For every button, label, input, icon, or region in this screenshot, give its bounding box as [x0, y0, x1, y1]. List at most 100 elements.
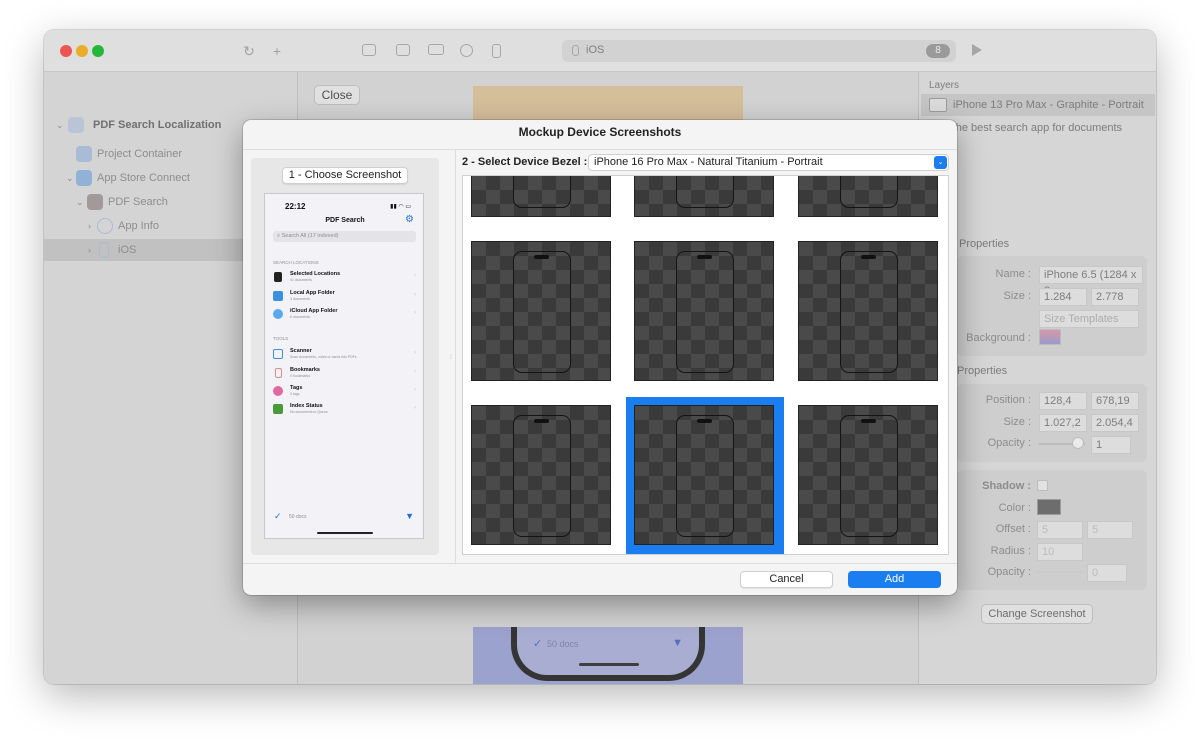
minimize-window-button[interactable]: [76, 45, 88, 57]
add-button[interactable]: Add: [848, 571, 941, 588]
opacity-slider-knob[interactable]: [1072, 437, 1084, 449]
radius-field[interactable]: 10: [1037, 543, 1083, 561]
bezel-option[interactable]: [471, 405, 611, 545]
gear-icon: ⚙: [405, 214, 414, 225]
shadow-label: Shadow :: [982, 480, 1031, 492]
bezel-option[interactable]: [634, 241, 774, 381]
home-indicator: [579, 663, 639, 666]
phone-bezel-outline: [676, 251, 734, 373]
dynamic-island: [534, 255, 549, 259]
image-tool-icon[interactable]: [396, 44, 410, 56]
phone-bezel-outline: [513, 251, 571, 373]
position-label: Position :: [985, 394, 1031, 406]
count-badge: 8: [926, 44, 950, 58]
shadow-opacity-slider[interactable]: [1037, 571, 1083, 573]
zoom-window-button[interactable]: [92, 45, 104, 57]
phone-bezel-outline: [676, 415, 734, 537]
size2-width-field[interactable]: 1.027,2: [1039, 414, 1087, 432]
offset-y-field[interactable]: 5: [1087, 521, 1133, 539]
size2-height-field[interactable]: 2.054,4: [1091, 414, 1139, 432]
chevron-right-icon: ›: [414, 405, 416, 411]
pane-divider[interactable]: [455, 150, 456, 563]
shadow-color-well[interactable]: [1037, 499, 1061, 515]
phone-bezel-outline: [840, 176, 898, 208]
preview-title: PDF Search: [325, 217, 365, 224]
chevron-down-icon: ⌄: [934, 156, 947, 169]
add-icon[interactable]: +: [268, 42, 286, 60]
bezel-option[interactable]: [634, 405, 774, 545]
cancel-button[interactable]: Cancel: [740, 571, 833, 588]
device-tool-icon[interactable]: [492, 44, 501, 58]
divider: [243, 563, 957, 564]
chevron-right-icon: ›: [414, 387, 416, 393]
chevron-right-icon[interactable]: ›: [88, 239, 91, 261]
height-field[interactable]: 2.778: [1091, 288, 1139, 306]
bezel-option[interactable]: [471, 241, 611, 381]
background-label: Background :: [966, 332, 1031, 344]
scheme-selector[interactable]: iOS 8: [562, 40, 956, 62]
change-screenshot-button[interactable]: Change Screenshot: [981, 604, 1093, 624]
size-label: Size :: [1003, 290, 1031, 302]
list-item: Index Status No documents in Queue ›: [273, 402, 418, 418]
list-item: Bookmarks 0 bookmarks ›: [273, 366, 418, 382]
bezel-option[interactable]: [798, 176, 938, 217]
list-item: iCloud App Folder 6 documents ›: [273, 307, 418, 323]
text-tool-icon[interactable]: [362, 44, 376, 56]
section-search-locations: SEARCH LOCATIONS: [273, 260, 319, 265]
offset-label: Offset :: [995, 523, 1031, 535]
size-templates-select[interactable]: Size Templates: [1039, 310, 1139, 328]
status-time: 22:12: [285, 202, 306, 211]
layer-row[interactable]: iPhone 13 Pro Max - Graphite - Portrait: [921, 94, 1155, 116]
scheme-label: iOS: [586, 44, 605, 56]
split-handle-icon[interactable]: ⁞: [450, 355, 452, 361]
dynamic-island: [697, 255, 712, 259]
docs-count: 50 docs: [547, 639, 579, 649]
background-color-well[interactable]: [1039, 329, 1061, 345]
width-field[interactable]: 1.284: [1039, 288, 1087, 306]
scanner-icon: [273, 349, 283, 359]
folder-icon: [76, 146, 92, 162]
screenshot-preview[interactable]: 22:12 ▮▮ ◠ ▭ PDF Search ⚙ ⌕ Search All (…: [264, 193, 424, 539]
shadow-opacity-field[interactable]: 0: [1087, 564, 1127, 582]
bezel-label: 2 - Select Device Bezel :: [462, 156, 588, 168]
dynamic-island: [861, 419, 876, 423]
bezel-option[interactable]: [798, 241, 938, 381]
offset-x-field[interactable]: 5: [1037, 521, 1083, 539]
document-icon: [274, 272, 282, 282]
dynamic-island: [861, 255, 876, 259]
chevron-down-icon[interactable]: ⌄: [66, 167, 74, 189]
checkmark-icon: ✓: [274, 511, 282, 521]
selected-bezel-highlight[interactable]: [626, 397, 784, 554]
rectangle-tool-icon[interactable]: [428, 44, 444, 55]
bezel-option[interactable]: [634, 176, 774, 217]
choose-screenshot-button[interactable]: 1 - Choose Screenshot: [282, 167, 408, 184]
name-field[interactable]: iPhone 6.5 (1284 x 2: [1039, 266, 1143, 297]
position-x-field[interactable]: 128,4: [1039, 392, 1087, 410]
device-mockup[interactable]: ✓ 50 docs ▼: [511, 627, 705, 681]
dynamic-island: [534, 419, 549, 423]
bezel-grid: [462, 175, 949, 555]
opacity-label: Opacity :: [987, 437, 1031, 449]
close-button[interactable]: Close: [314, 85, 360, 105]
bezel-select[interactable]: iPhone 16 Pro Max - Natural Titanium - P…: [588, 154, 949, 171]
chevron-right-icon: ›: [414, 292, 416, 298]
bezel-option[interactable]: [798, 405, 938, 545]
opacity-field[interactable]: 1: [1091, 436, 1131, 454]
chevron-down-icon[interactable]: ⌄: [76, 191, 84, 213]
shadow-checkbox[interactable]: [1037, 480, 1048, 491]
app-icon: [87, 194, 103, 210]
layers-header: Layers: [929, 80, 960, 91]
phone-bezel-outline: [513, 415, 571, 537]
bezel-option[interactable]: [471, 176, 611, 217]
search-icon: ⌕: [277, 233, 281, 239]
divider: [243, 149, 957, 150]
phone-bezel-outline: [676, 176, 734, 208]
close-window-button[interactable]: [60, 45, 72, 57]
checkmark-icon: ✓: [533, 638, 543, 650]
circle-tool-icon[interactable]: [460, 44, 473, 57]
chevron-right-icon[interactable]: ›: [88, 215, 91, 237]
position-y-field[interactable]: 678,19: [1091, 392, 1139, 410]
play-icon[interactable]: [972, 44, 982, 56]
refresh-icon[interactable]: ↻: [240, 42, 258, 60]
chevron-down-icon[interactable]: ⌄: [56, 114, 64, 136]
